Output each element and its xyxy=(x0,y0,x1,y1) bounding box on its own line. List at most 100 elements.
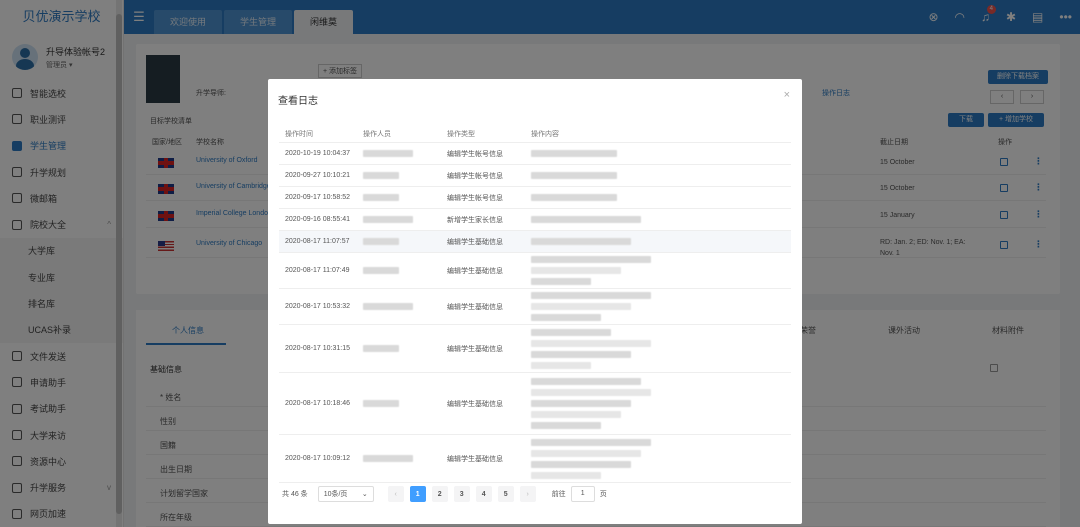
op-time-cell: 2020-09-17 10:58:52 xyxy=(285,194,350,201)
op-content-cell xyxy=(531,172,791,179)
view-log-dialog: 查看日志 × 操作时间 操作人员 操作类型 操作内容 2020-10-19 10… xyxy=(268,79,802,524)
op-content-cell xyxy=(531,216,791,223)
redacted-operator xyxy=(363,345,399,352)
op-type-cell: 编辑学生基础信息 xyxy=(447,400,503,408)
op-type-cell: 编辑学生帐号信息 xyxy=(447,194,503,202)
redacted-operator xyxy=(363,238,399,245)
pagination: 共 46 条 10条/页 ⌄ ‹ 12345 › 前往 1 页 xyxy=(282,486,607,502)
operator-cell xyxy=(363,172,447,179)
chevron-down-icon: ⌄ xyxy=(361,491,368,498)
op-type-cell: 编辑学生基础信息 xyxy=(447,303,503,311)
redacted-content xyxy=(531,216,641,223)
page-number-button[interactable]: 1 xyxy=(409,486,426,502)
op-type-cell: 编辑学生基础信息 xyxy=(447,455,503,463)
page-numbers: 12345 xyxy=(404,486,514,502)
op-time-cell: 2020-08-17 11:07:57 xyxy=(285,238,350,245)
close-icon[interactable]: × xyxy=(784,89,790,101)
op-content-cell xyxy=(531,238,791,245)
redacted-content xyxy=(531,278,591,285)
op-type-cell: 新增学生家长信息 xyxy=(447,216,503,224)
table-row: 2020-08-17 10:31:15 编辑学生基础信息 xyxy=(279,325,791,373)
redacted-content xyxy=(531,449,641,457)
table-row: 2020-10-19 10:04:37 编辑学生帐号信息 xyxy=(279,143,791,165)
op-content-cell xyxy=(531,328,791,369)
log-table-header: 操作时间 操作人员 操作类型 操作内容 xyxy=(279,125,791,143)
table-row: 2020-08-17 10:09:12 编辑学生基础信息 xyxy=(279,435,791,483)
redacted-operator xyxy=(363,303,413,310)
redacted-operator xyxy=(363,400,399,407)
redacted-content xyxy=(531,172,617,179)
page-number-button[interactable]: 4 xyxy=(475,486,492,502)
redacted-content xyxy=(531,238,631,245)
log-table: 操作时间 操作人员 操作类型 操作内容 2020-10-19 10:04:37 编… xyxy=(279,125,791,483)
dialog-title: 查看日志 xyxy=(278,96,318,107)
redacted-content xyxy=(531,361,591,369)
redacted-content xyxy=(531,303,631,310)
redacted-content xyxy=(531,471,601,479)
op-content-cell xyxy=(531,194,791,201)
redacted-operator xyxy=(363,455,413,462)
op-content-cell xyxy=(531,378,791,429)
op-type-cell: 编辑学生帐号信息 xyxy=(447,172,503,180)
op-time-cell: 2020-10-19 10:04:37 xyxy=(285,150,350,157)
op-type-cell: 编辑学生基础信息 xyxy=(447,345,503,353)
redacted-operator xyxy=(363,216,413,223)
page-size-value: 10条/页 xyxy=(323,491,348,498)
operator-cell xyxy=(363,238,447,245)
redacted-content xyxy=(531,328,611,336)
page-unit: 页 xyxy=(599,491,607,498)
operator-cell xyxy=(363,216,447,223)
operator-cell xyxy=(363,267,447,274)
redacted-content xyxy=(531,339,651,347)
redacted-operator xyxy=(363,267,399,274)
col-op-time: 操作时间 xyxy=(285,130,313,138)
redacted-operator xyxy=(363,172,399,179)
goto-page-input[interactable]: 1 xyxy=(570,486,595,502)
table-row: 2020-08-17 10:18:46 编辑学生基础信息 xyxy=(279,373,791,435)
op-content-cell xyxy=(531,256,791,285)
table-row: 2020-08-17 11:07:49 编辑学生基础信息 xyxy=(279,253,791,289)
redacted-content xyxy=(531,292,651,299)
op-content-cell xyxy=(531,292,791,321)
redacted-content xyxy=(531,438,651,446)
redacted-content xyxy=(531,314,601,321)
redacted-content xyxy=(531,194,617,201)
op-type-cell: 编辑学生帐号信息 xyxy=(447,150,503,158)
redacted-content xyxy=(531,350,631,358)
redacted-content xyxy=(531,411,621,418)
redacted-content xyxy=(531,256,651,263)
op-time-cell: 2020-08-17 10:18:46 xyxy=(285,400,350,407)
operator-cell xyxy=(363,150,447,157)
page-number-button[interactable]: 2 xyxy=(431,486,448,502)
redacted-operator xyxy=(363,150,413,157)
op-type-cell: 编辑学生基础信息 xyxy=(447,238,503,246)
next-page-button[interactable]: › xyxy=(519,486,536,502)
op-time-cell: 2020-08-17 10:31:15 xyxy=(285,345,350,352)
redacted-content xyxy=(531,400,631,407)
table-row: 2020-09-16 08:55:41 新增学生家长信息 xyxy=(279,209,791,231)
redacted-content xyxy=(531,378,641,385)
table-row: 2020-09-27 10:10:21 编辑学生帐号信息 xyxy=(279,165,791,187)
op-content-cell xyxy=(531,150,791,157)
goto-label: 前往 xyxy=(551,491,566,498)
redacted-content xyxy=(531,267,621,274)
table-row: 2020-08-17 11:07:57 编辑学生基础信息 xyxy=(279,231,791,253)
op-time-cell: 2020-09-27 10:10:21 xyxy=(285,172,350,179)
op-time-cell: 2020-08-17 11:07:49 xyxy=(285,267,350,274)
col-operator: 操作人员 xyxy=(363,130,391,138)
op-type-cell: 编辑学生基础信息 xyxy=(447,267,503,275)
redacted-content xyxy=(531,389,651,396)
page-number-button[interactable]: 5 xyxy=(497,486,514,502)
op-time-cell: 2020-09-16 08:55:41 xyxy=(285,216,350,223)
op-time-cell: 2020-08-17 10:53:32 xyxy=(285,303,350,310)
page-number-button[interactable]: 3 xyxy=(453,486,470,502)
page-size-select[interactable]: 10条/页 ⌄ xyxy=(317,486,374,502)
operator-cell xyxy=(363,400,447,407)
prev-page-button[interactable]: ‹ xyxy=(387,486,404,502)
operator-cell xyxy=(363,345,447,352)
col-op-content: 操作内容 xyxy=(531,130,559,138)
redacted-content xyxy=(531,460,631,468)
col-op-type: 操作类型 xyxy=(447,130,475,138)
operator-cell xyxy=(363,194,447,201)
operator-cell xyxy=(363,455,447,462)
